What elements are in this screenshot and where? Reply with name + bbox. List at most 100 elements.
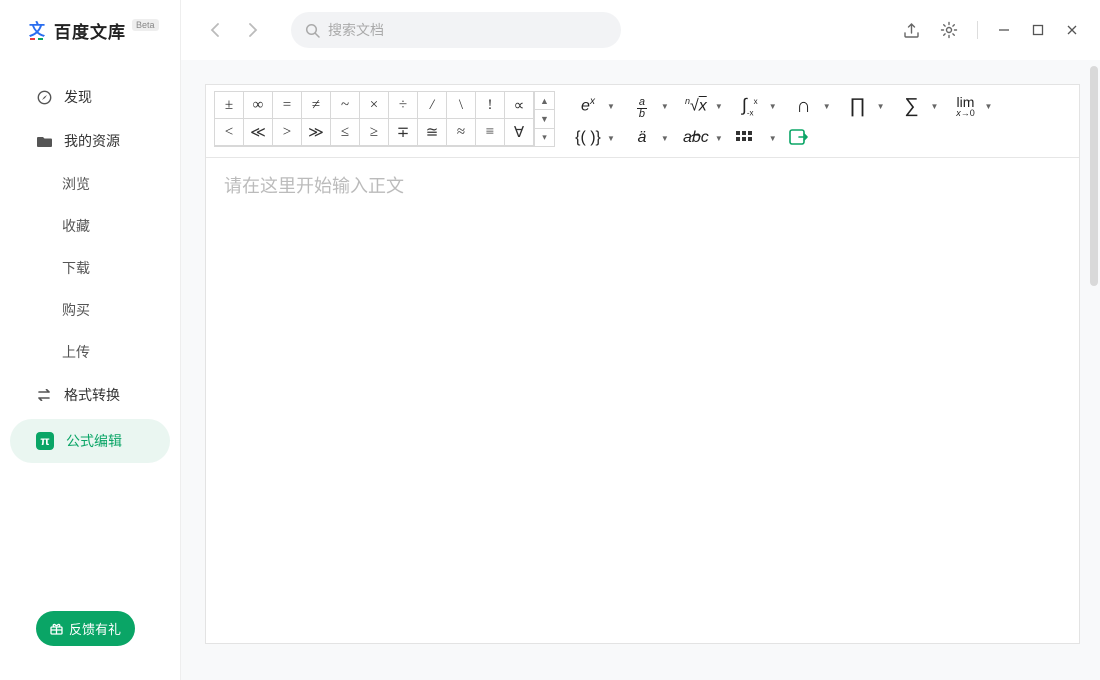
struct-fraction[interactable]: ab▼ bbox=[623, 93, 673, 119]
sym-backslash[interactable]: \ bbox=[446, 91, 476, 119]
scrollbar-thumb[interactable] bbox=[1090, 66, 1098, 286]
sym-plus-minus[interactable]: ± bbox=[214, 91, 244, 119]
brand-name: 百度文库 bbox=[54, 18, 126, 43]
chevron-down-icon: ▼ bbox=[661, 134, 669, 143]
sidebar-label: 格式转换 bbox=[64, 385, 120, 405]
sym-mp[interactable]: ∓ bbox=[388, 118, 418, 146]
struct-integral[interactable]: ∫-xx▼ bbox=[731, 93, 781, 119]
sym-much-lt[interactable]: ≪ bbox=[243, 118, 273, 146]
sym-infinity[interactable]: ∞ bbox=[243, 91, 273, 119]
sym-tilde[interactable]: ~ bbox=[330, 91, 360, 119]
chevron-down-icon: ▼ bbox=[715, 102, 723, 111]
document-canvas: ± ∞ = ≠ ~ × ÷ / \ ! ∝ bbox=[181, 60, 1100, 680]
chevron-down-icon: ▼ bbox=[607, 134, 615, 143]
sidebar-item-formula[interactable]: π 公式编辑 bbox=[10, 419, 170, 463]
sym-much-gt[interactable]: ≫ bbox=[301, 118, 331, 146]
struct-limit[interactable]: limx→0▼ bbox=[946, 93, 996, 119]
sidebar: 文 百度文库 Beta 发现 我的资源 浏览 收藏 下载 购买 上传 格式转换 … bbox=[0, 0, 180, 680]
logo-icon: 文 bbox=[26, 20, 48, 42]
symbol-palette: ± ∞ = ≠ ~ × ÷ / \ ! ∝ bbox=[214, 91, 555, 147]
symbol-row-2: < ≪ > ≫ ≤ ≥ ∓ ≅ ≈ ≡ ∀ bbox=[215, 119, 534, 146]
sidebar-sub-fav[interactable]: 收藏 bbox=[0, 205, 180, 247]
settings-icon[interactable] bbox=[939, 20, 959, 40]
sym-gt[interactable]: > bbox=[272, 118, 302, 146]
window-maximize-button[interactable] bbox=[1030, 22, 1046, 38]
window-close-button[interactable] bbox=[1064, 22, 1080, 38]
struct-product[interactable]: ∏▼ bbox=[839, 93, 889, 119]
divider bbox=[977, 21, 978, 39]
editor-body[interactable] bbox=[206, 158, 1079, 638]
sidebar-sub-download[interactable]: 下载 bbox=[0, 247, 180, 289]
symbol-scroll-up[interactable]: ▲ bbox=[535, 92, 554, 110]
chevron-down-icon: ▼ bbox=[984, 102, 992, 111]
search-input[interactable] bbox=[328, 22, 607, 38]
symbol-scroll-down[interactable]: ▼ bbox=[535, 110, 554, 128]
sidebar-sub-upload[interactable]: 上传 bbox=[0, 331, 180, 373]
chevron-down-icon: ▼ bbox=[823, 102, 831, 111]
struct-hat[interactable]: ⌢abc▼ bbox=[677, 125, 727, 151]
structure-palette: ex▼ ab▼ n√x▼ ∫-xx▼ ∩▼ ∏▼ ∑▼ limx→0▼ {( )… bbox=[569, 91, 1071, 151]
sym-propto[interactable]: ∝ bbox=[504, 91, 534, 119]
sidebar-item-discover[interactable]: 发现 bbox=[0, 75, 180, 119]
swap-icon bbox=[36, 387, 52, 403]
gift-icon bbox=[50, 622, 63, 635]
topbar bbox=[181, 0, 1100, 60]
compass-icon bbox=[36, 89, 52, 105]
struct-intersection[interactable]: ∩▼ bbox=[785, 93, 835, 119]
struct-radical[interactable]: n√x▼ bbox=[677, 93, 727, 119]
symbol-row-1: ± ∞ = ≠ ~ × ÷ / \ ! ∝ bbox=[215, 92, 534, 119]
chevron-down-icon: ▼ bbox=[877, 102, 885, 111]
sidebar-label: 公式编辑 bbox=[66, 431, 122, 451]
sym-not-equal[interactable]: ≠ bbox=[301, 91, 331, 119]
topbar-right bbox=[901, 20, 1080, 40]
sym-divide[interactable]: ÷ bbox=[388, 91, 418, 119]
chevron-down-icon: ▼ bbox=[931, 102, 939, 111]
sidebar-item-resources[interactable]: 我的资源 bbox=[0, 119, 180, 163]
document: ± ∞ = ≠ ~ × ÷ / \ ! ∝ bbox=[205, 84, 1080, 644]
struct-matrix[interactable]: ▼ bbox=[731, 125, 781, 151]
chevron-down-icon: ▼ bbox=[715, 134, 723, 143]
folder-icon bbox=[36, 133, 52, 149]
sidebar-nav: 发现 我的资源 浏览 收藏 下载 购买 上传 格式转换 π 公式编辑 bbox=[0, 75, 180, 465]
sidebar-sub-purchase[interactable]: 购买 bbox=[0, 289, 180, 331]
sym-congruent[interactable]: ≅ bbox=[417, 118, 447, 146]
sym-factorial[interactable]: ! bbox=[475, 91, 505, 119]
symbol-scroll: ▲ ▼ ▾ bbox=[534, 92, 554, 146]
nav-forward-button[interactable] bbox=[239, 16, 267, 44]
struct-exponent[interactable]: ex▼ bbox=[569, 93, 619, 119]
chevron-down-icon: ▼ bbox=[607, 102, 615, 111]
chevron-down-icon: ▼ bbox=[769, 134, 777, 143]
scrollbar-track bbox=[1090, 66, 1098, 674]
feedback-button[interactable]: 反馈有礼 bbox=[36, 611, 135, 646]
main-area: ± ∞ = ≠ ~ × ÷ / \ ! ∝ bbox=[180, 0, 1100, 680]
upload-icon[interactable] bbox=[901, 20, 921, 40]
symbol-scroll-more[interactable]: ▾ bbox=[535, 129, 554, 146]
sym-slash[interactable]: / bbox=[417, 91, 447, 119]
sym-le[interactable]: ≤ bbox=[330, 118, 360, 146]
sidebar-item-convert[interactable]: 格式转换 bbox=[0, 373, 180, 417]
formula-toolbar: ± ∞ = ≠ ~ × ÷ / \ ! ∝ bbox=[206, 85, 1079, 158]
sym-identical[interactable]: ≡ bbox=[475, 118, 505, 146]
sym-lt[interactable]: < bbox=[214, 118, 244, 146]
sym-equals[interactable]: = bbox=[272, 91, 302, 119]
pi-icon: π bbox=[36, 432, 54, 450]
sym-times[interactable]: × bbox=[359, 91, 389, 119]
sidebar-label: 我的资源 bbox=[64, 131, 120, 151]
struct-insert-button[interactable] bbox=[785, 125, 823, 151]
sym-forall[interactable]: ∀ bbox=[504, 118, 534, 146]
struct-bracket[interactable]: {( )}▼ bbox=[569, 125, 619, 151]
window-minimize-button[interactable] bbox=[996, 22, 1012, 38]
search-icon bbox=[305, 23, 320, 38]
sidebar-sub-browse[interactable]: 浏览 bbox=[0, 163, 180, 205]
nav-back-button[interactable] bbox=[201, 16, 229, 44]
svg-text:文: 文 bbox=[29, 20, 46, 39]
search-box[interactable] bbox=[291, 12, 621, 48]
chevron-down-icon: ▼ bbox=[661, 102, 669, 111]
struct-sum[interactable]: ∑▼ bbox=[893, 93, 943, 119]
brand-logo[interactable]: 文 百度文库 Beta bbox=[0, 12, 180, 57]
sidebar-label: 发现 bbox=[64, 87, 92, 107]
beta-badge: Beta bbox=[132, 19, 159, 31]
sym-ge[interactable]: ≥ bbox=[359, 118, 389, 146]
sym-approx[interactable]: ≈ bbox=[446, 118, 476, 146]
struct-accent[interactable]: ä▼ bbox=[623, 125, 673, 151]
